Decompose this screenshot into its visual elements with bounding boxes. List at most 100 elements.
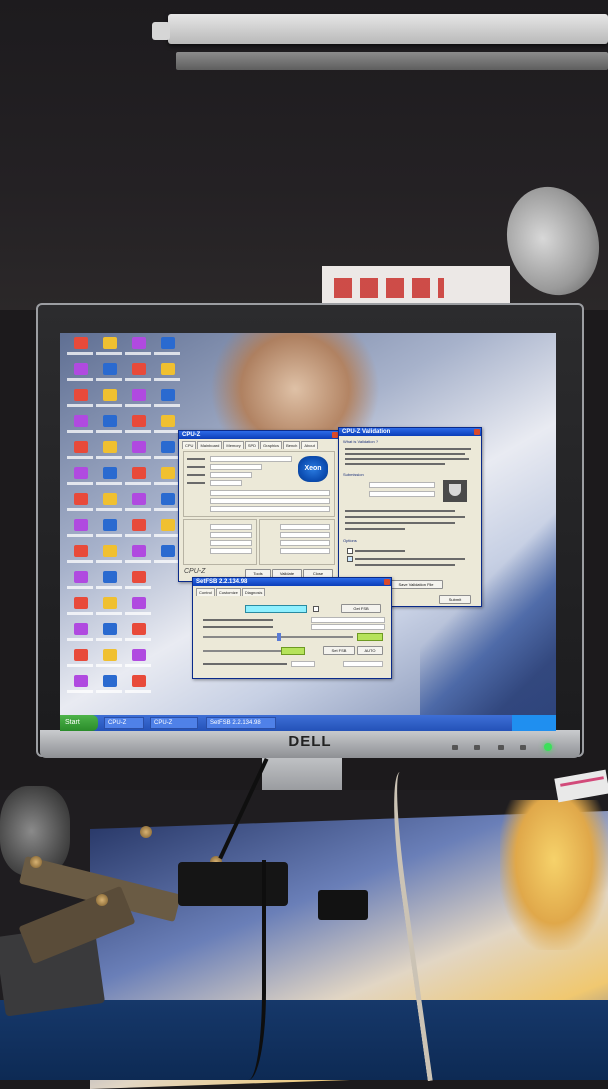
desktop-shortcut-icon[interactable] [74,337,88,349]
desktop-shortcut-icon[interactable] [132,649,146,661]
desktop-shortcut-icon[interactable] [103,519,117,531]
desktop-shortcut-icon[interactable] [161,467,175,479]
desktop-shortcut-icon[interactable] [161,493,175,505]
desktop-shortcut-icon[interactable] [103,597,117,609]
auto-button[interactable]: AUTO [357,646,383,655]
get-fsb-button[interactable]: Get FSB [341,604,381,613]
tab-graphics[interactable]: Graphics [260,441,283,449]
desktop-shortcut-icon[interactable] [103,415,117,427]
desktop-shortcut-icon[interactable] [132,363,146,375]
desktop-shortcut-icon[interactable] [74,675,88,687]
setfsb-title: SetFSB 2.2.134.98 [193,578,391,586]
desktop-shortcut-icon[interactable] [74,545,88,557]
monitor-button[interactable] [498,745,504,750]
desktop-shortcut-icon[interactable] [74,493,88,505]
desktop-shortcut-label [125,378,151,381]
desktop-shortcut-icon[interactable] [132,597,146,609]
desktop-shortcut-label [154,378,180,381]
submit-button[interactable]: Submit [439,595,471,604]
desktop-shortcut-icon[interactable] [74,649,88,661]
cache-group [259,519,335,565]
desktop-shortcut-icon[interactable] [161,545,175,557]
desktop-shortcut-icon[interactable] [103,493,117,505]
desktop-shortcut-icon[interactable] [161,363,175,375]
tab-about[interactable]: About [301,441,318,449]
desktop-shortcut-icon[interactable] [74,415,88,427]
monitor-button[interactable] [520,745,526,750]
validation-heading-options: Options [343,538,357,543]
tab-control[interactable]: Control [196,588,215,596]
email-field[interactable] [369,491,435,497]
taskbar-item-cpuz-2[interactable]: CPU-Z [150,717,198,729]
desktop-shortcut-label [67,430,93,433]
monitor-button[interactable] [474,745,480,750]
desktop-shortcut-icon[interactable] [132,467,146,479]
desktop-shortcut-icon[interactable] [132,415,146,427]
monitor-button[interactable] [452,745,458,750]
desktop-shortcut-icon[interactable] [161,389,175,401]
desktop-shortcut-icon[interactable] [132,571,146,583]
desktop-shortcut-icon[interactable] [103,571,117,583]
desktop-shortcut-icon[interactable] [161,519,175,531]
close-icon[interactable] [474,429,480,435]
tab-customize[interactable]: Customize [215,588,241,596]
desktop-shortcut-icon[interactable] [74,389,88,401]
tab-bench[interactable]: Bench [283,441,301,449]
desktop-shortcut-icon[interactable] [132,389,146,401]
desktop-shortcut-icon[interactable] [103,675,117,687]
desktop-shortcut-icon[interactable] [132,519,146,531]
desktop-shortcut-icon[interactable] [103,337,117,349]
desktop-shortcut-icon[interactable] [103,467,117,479]
taskbar-item-setfsb[interactable]: SetFSB 2.2.134.98 [206,717,276,729]
desktop-shortcut-icon[interactable] [103,389,117,401]
desktop-shortcut-icon[interactable] [103,441,117,453]
desktop-shortcut-icon[interactable] [103,545,117,557]
cpuz-tab-bar: CPU Mainboard Memory SPD Graphics Bench About [182,441,319,449]
tab-mainboard[interactable]: Mainboard [197,441,223,449]
desktop-shortcut-icon[interactable] [74,441,88,453]
save-validation-file-button[interactable]: Save Validation File [389,580,443,589]
desktop-shortcut-label [67,404,93,407]
desktop-shortcut-icon[interactable] [161,337,175,349]
desktop-shortcut-icon[interactable] [103,623,117,635]
oc-mode-checkbox[interactable] [347,556,353,562]
desktop-shortcut-icon[interactable] [74,519,88,531]
desktop-shortcut-icon[interactable] [161,415,175,427]
desktop-shortcut-icon[interactable] [132,623,146,635]
desktop-shortcut-icon[interactable] [74,623,88,635]
desktop-shortcut-icon[interactable] [74,467,88,479]
processor-group: Xeon [183,451,335,517]
desktop-shortcut-label [96,690,122,693]
desktop-shortcut-icon[interactable] [161,441,175,453]
tab-diagnosis[interactable]: Diagnosis [241,588,266,596]
start-button[interactable]: Start [60,715,98,731]
name-field[interactable] [369,482,435,488]
desktop-shortcut-icon[interactable] [103,649,117,661]
desktop-shortcut-icon[interactable] [103,363,117,375]
monitor-screen: CPU-Z CPU Mainboard Memory SPD Graphics Bench… [60,333,556,731]
desktop-shortcut-icon[interactable] [132,493,146,505]
desktop-shortcut-icon[interactable] [74,597,88,609]
set-fsb-button[interactable]: Set FSB [323,646,355,655]
fsb-slider-knob[interactable] [277,633,281,641]
tab-cpu[interactable]: CPU [182,441,197,449]
desktop-shortcut-icon[interactable] [74,571,88,583]
taskbar-item-cpuz[interactable]: CPU-Z [104,717,144,729]
internal-select[interactable] [291,661,315,667]
close-icon[interactable] [384,579,390,585]
cpuz-window: CPU-Z CPU Mainboard Memory SPD Graphics Bench… [178,430,340,582]
desktop-shortcut-label [67,534,93,537]
desktop-shortcut-label [125,508,151,511]
desktop-shortcut-icon[interactable] [132,675,146,687]
tab-spd[interactable]: SPD [244,441,260,449]
desktop-shortcut-icon[interactable] [132,545,146,557]
tab-memory[interactable]: Memory [223,441,244,449]
desktop-shortcut-icon[interactable] [132,337,146,349]
ultra-checkbox[interactable] [313,606,319,612]
clock-generator-select[interactable] [245,605,307,613]
desktop-shortcut-icon[interactable] [132,441,146,453]
desktop-shortcut-label [154,456,180,459]
private-validation-checkbox[interactable] [347,548,353,554]
screw-icon [96,894,108,906]
desktop-shortcut-icon[interactable] [74,363,88,375]
